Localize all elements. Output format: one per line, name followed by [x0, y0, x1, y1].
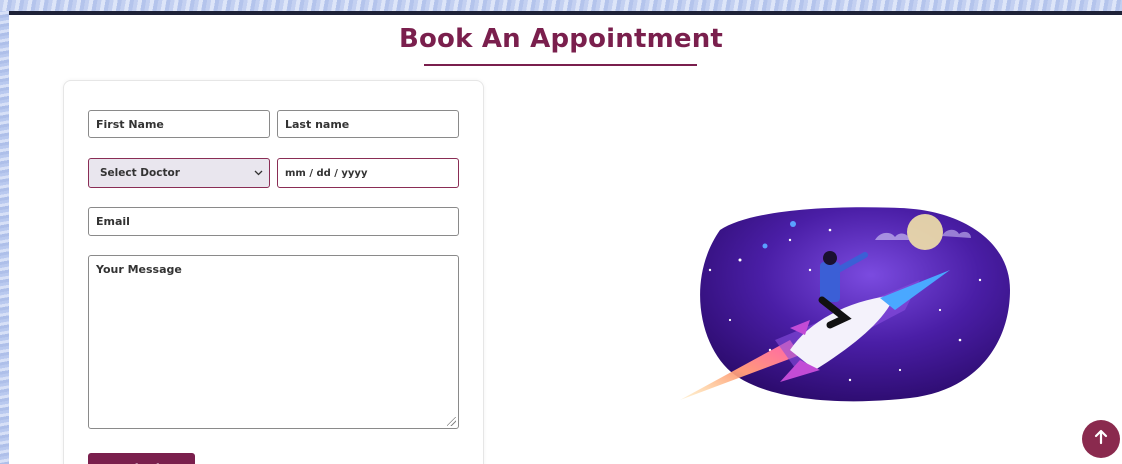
- date-placeholder: mm / dd / yyyy: [285, 167, 368, 179]
- chevron-down-icon: [254, 168, 263, 179]
- last-name-placeholder: Last name: [285, 117, 350, 131]
- rocket-illustration: [680, 207, 1010, 402]
- last-name-input[interactable]: Last name: [277, 110, 459, 138]
- page-title: Book An Appointment: [398, 24, 724, 54]
- left-decorative-strip: [0, 0, 9, 464]
- scroll-to-top-button[interactable]: [1082, 420, 1120, 458]
- message-textarea[interactable]: Your Message: [88, 255, 459, 429]
- first-name-input[interactable]: First Name: [88, 110, 270, 138]
- message-placeholder: Your Message: [96, 263, 182, 276]
- top-divider: [9, 11, 1122, 15]
- doctor-select-value: Select Doctor: [100, 167, 180, 179]
- title-underline: [424, 64, 697, 66]
- top-decorative-band: [0, 0, 1122, 11]
- arrow-up-icon: [1094, 429, 1108, 450]
- email-placeholder: Email: [96, 215, 130, 228]
- resize-grip-icon[interactable]: [447, 417, 456, 426]
- date-input[interactable]: mm / dd / yyyy: [277, 158, 459, 188]
- doctor-select[interactable]: Select Doctor: [88, 158, 270, 188]
- first-name-placeholder: First Name: [96, 117, 164, 131]
- email-input[interactable]: Email: [88, 207, 459, 236]
- submit-button[interactable]: Submit: [88, 453, 195, 464]
